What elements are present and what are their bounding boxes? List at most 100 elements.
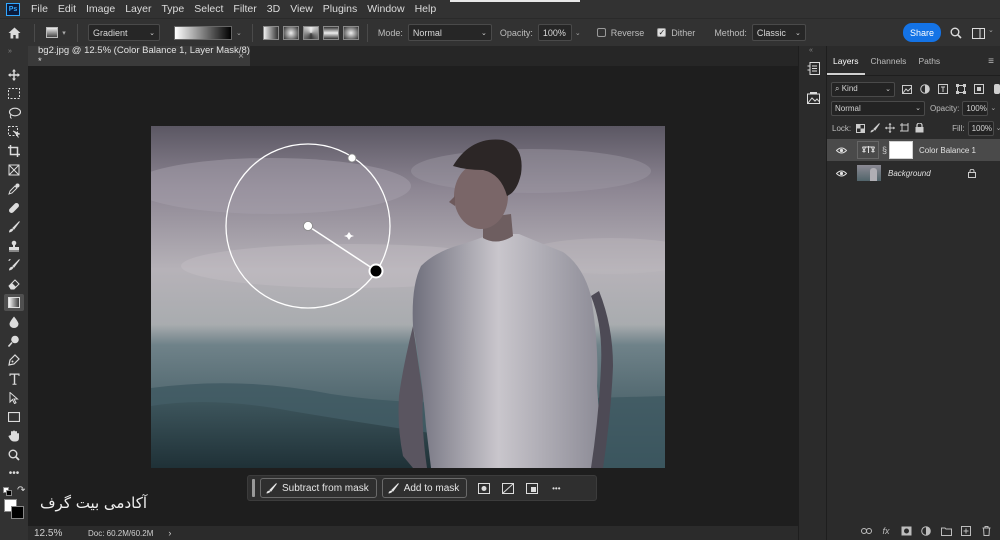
chevron-down-icon[interactable]: ⌄ (996, 124, 1000, 132)
adjustments-panel-button[interactable] (805, 90, 821, 106)
brush-tool[interactable] (4, 218, 24, 235)
chain-link-icon[interactable]: § (882, 145, 887, 155)
close-icon[interactable]: × (238, 51, 244, 62)
rectangle-tool[interactable] (4, 408, 24, 425)
document-tab[interactable]: bg2.jpg @ 12.5% (Color Balance 1, Layer … (28, 45, 250, 67)
gradient-picker[interactable]: ⌄ (174, 25, 242, 40)
gradient-focus-handle[interactable] (347, 153, 357, 163)
menu-filter[interactable]: Filter (228, 0, 261, 18)
mask-properties-button[interactable] (472, 478, 496, 498)
chevron-down-icon[interactable]: ⌄ (236, 29, 242, 37)
clone-stamp-tool[interactable] (4, 237, 24, 254)
chevron-down-icon[interactable]: ⌄ (988, 26, 994, 34)
delete-layer-button[interactable] (978, 524, 994, 538)
menu-plugins[interactable]: Plugins (318, 0, 362, 18)
menu-image[interactable]: Image (81, 0, 120, 18)
more-options-button[interactable]: ••• (544, 478, 568, 498)
radial-gradient-button[interactable] (282, 25, 299, 40)
new-group-button[interactable] (938, 524, 954, 538)
hand-tool[interactable] (4, 427, 24, 444)
status-menu-arrow[interactable]: › (168, 528, 171, 538)
document-canvas[interactable] (151, 126, 665, 468)
filter-kind-dropdown[interactable]: ⌕ Kind ⌄ (831, 81, 895, 97)
eyedropper-tool[interactable] (4, 180, 24, 197)
lock-transparent-button[interactable] (856, 122, 866, 134)
filter-smart-object-button[interactable] (973, 83, 985, 95)
filter-adjustment-button[interactable] (919, 83, 931, 95)
tab-paths[interactable]: Paths (912, 56, 946, 75)
chevron-down-icon[interactable]: ⌄ (575, 29, 581, 37)
gradient-end-handle[interactable] (368, 263, 384, 279)
blur-tool[interactable] (4, 313, 24, 330)
workspace-button[interactable] (970, 25, 986, 41)
lock-image-button[interactable] (870, 122, 881, 134)
more-tools-button[interactable]: ••• (4, 465, 24, 482)
background-color-swatch[interactable] (11, 506, 24, 519)
menu-select[interactable]: Select (189, 0, 228, 18)
eraser-tool[interactable] (4, 275, 24, 292)
fill-field[interactable]: 100% (967, 120, 994, 136)
spot-healing-tool[interactable] (4, 199, 24, 216)
link-layers-button[interactable] (858, 524, 874, 538)
gradient-swatch[interactable] (174, 25, 232, 40)
new-adjustment-layer-button[interactable] (918, 524, 934, 538)
chevron-down-icon[interactable]: ⌄ (990, 104, 996, 112)
frame-tool[interactable] (4, 161, 24, 178)
path-selection-tool[interactable] (4, 389, 24, 406)
panel-expand-icon[interactable]: « (809, 47, 813, 54)
history-panel-button[interactable] (805, 60, 821, 76)
fill-mask-button[interactable] (520, 478, 544, 498)
history-brush-tool[interactable] (4, 256, 24, 273)
add-layer-style-button[interactable]: fx (878, 524, 894, 538)
tab-channels[interactable]: Channels (865, 56, 913, 75)
dither-option[interactable]: ✓ Dither (657, 28, 700, 38)
panel-menu-icon[interactable]: ≡ (988, 56, 994, 67)
layer-row-color-balance[interactable]: § Color Balance 1 (827, 139, 1000, 161)
default-colors-icon[interactable] (3, 487, 12, 496)
layer-row-background[interactable]: Background (827, 162, 1000, 184)
type-tool[interactable] (4, 370, 24, 387)
gradient-tool[interactable] (4, 294, 24, 311)
lock-artboard-button[interactable] (900, 122, 910, 134)
blend-mode-dropdown[interactable]: Normal ⌄ (831, 100, 925, 116)
mode-dropdown[interactable]: Normal ⌄ (407, 24, 492, 41)
menu-view[interactable]: View (285, 0, 318, 18)
menu-edit[interactable]: Edit (53, 0, 81, 18)
angle-gradient-button[interactable] (302, 25, 319, 40)
marquee-tool[interactable] (4, 85, 24, 102)
tab-layers[interactable]: Layers (827, 56, 865, 75)
gradient-midpoint-handle[interactable] (344, 232, 354, 240)
diamond-gradient-button[interactable] (342, 25, 359, 40)
menu-3d[interactable]: 3D (262, 0, 285, 18)
opacity-field[interactable]: 100% (537, 24, 572, 41)
panel-collapse-icon[interactable]: » (8, 48, 12, 55)
share-button[interactable]: Share (903, 23, 941, 42)
lock-all-button[interactable] (915, 122, 924, 134)
layer-thumbnail[interactable] (857, 165, 881, 181)
filter-toggle[interactable] (994, 84, 1000, 94)
subtract-from-mask-button[interactable]: Subtract from mask (260, 478, 377, 498)
reflected-gradient-button[interactable] (322, 25, 339, 40)
gradient-start-handle[interactable] (303, 221, 313, 231)
zoom-tool[interactable] (4, 446, 24, 463)
radial-gradient-overlay[interactable] (151, 126, 665, 468)
tool-preset-picker[interactable]: ▾ (41, 22, 71, 44)
menu-layer[interactable]: Layer (120, 0, 156, 18)
dither-checkbox[interactable]: ✓ (657, 28, 667, 37)
add-mask-button[interactable] (898, 524, 914, 538)
menu-help[interactable]: Help (410, 0, 442, 18)
filter-pixel-button[interactable] (901, 83, 913, 95)
zoom-level[interactable]: 12.5% (28, 528, 68, 539)
canvas-area[interactable]: آکادمی بیت گرف Subtract from mask Add to… (28, 66, 798, 526)
reverse-option[interactable]: Reverse (596, 28, 650, 38)
method-dropdown[interactable]: Classic ⌄ (751, 24, 806, 41)
lasso-tool[interactable] (4, 104, 24, 121)
visibility-toggle[interactable] (834, 147, 848, 154)
move-tool[interactable] (4, 66, 24, 83)
filter-shape-button[interactable] (955, 83, 967, 95)
menu-file[interactable]: File (26, 0, 53, 18)
linear-gradient-button[interactable] (262, 25, 279, 40)
menu-type[interactable]: Type (156, 0, 189, 18)
crop-tool[interactable] (4, 142, 24, 159)
swap-colors-icon[interactable]: ↷ (17, 485, 25, 496)
